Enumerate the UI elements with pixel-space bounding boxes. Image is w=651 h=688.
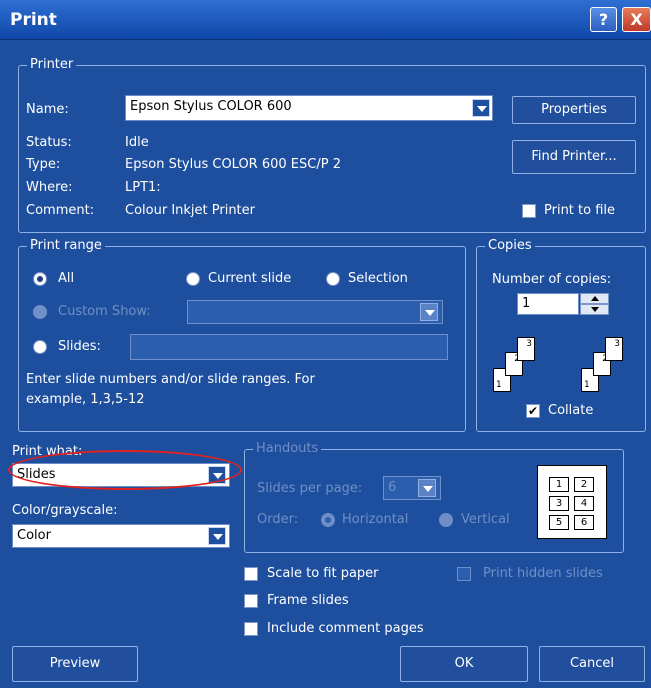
- slides-per-page-label: Slides per page:: [257, 481, 363, 496]
- collate-checkbox[interactable]: ✔: [526, 404, 540, 418]
- horizontal-radio[interactable]: [321, 513, 335, 527]
- custom-show-dropdown-arrow[interactable]: [420, 303, 438, 321]
- find-printer-button[interactable]: Find Printer...: [512, 140, 636, 174]
- print-range-legend: Print range: [27, 238, 105, 253]
- slides-radio[interactable]: [33, 340, 47, 354]
- slides-input[interactable]: [130, 334, 448, 360]
- all-radio[interactable]: [33, 272, 47, 286]
- printer-name-dropdown-arrow[interactable]: [472, 99, 490, 117]
- print-to-file-label: Print to file: [544, 203, 616, 218]
- slides-label: Slides:: [58, 339, 101, 354]
- scale-to-fit-label: Scale to fit paper: [267, 566, 379, 581]
- current-slide-radio[interactable]: [186, 272, 200, 286]
- collate-label: Collate: [548, 403, 594, 418]
- vertical-radio[interactable]: [439, 513, 453, 527]
- copies-legend: Copies: [485, 238, 535, 253]
- slides-per-page-dropdown-arrow[interactable]: [418, 479, 436, 497]
- include-comments-label: Include comment pages: [267, 621, 424, 636]
- type-value: Epson Stylus COLOR 600 ESC/P 2: [125, 157, 341, 172]
- ok-button[interactable]: OK: [400, 646, 528, 682]
- horizontal-label: Horizontal: [342, 512, 409, 527]
- title-bar: Print ? X: [0, 0, 651, 40]
- frame-slides-checkbox[interactable]: [244, 594, 258, 608]
- handout-thumb: 2: [574, 477, 594, 492]
- collate-page-icon: 3: [517, 337, 535, 361]
- handout-thumb: 3: [549, 496, 569, 511]
- print-dialog: Print ? X Printer Name: Epson Stylus COL…: [0, 0, 651, 688]
- help-button[interactable]: ?: [590, 7, 617, 32]
- custom-show-label: Custom Show:: [58, 304, 151, 319]
- close-button[interactable]: X: [622, 7, 651, 32]
- order-label: Order:: [257, 512, 299, 527]
- name-label: Name:: [26, 102, 69, 117]
- where-label: Where:: [26, 180, 73, 195]
- comment-label: Comment:: [26, 203, 95, 218]
- print-hidden-checkbox[interactable]: [457, 567, 471, 581]
- print-to-file-checkbox[interactable]: [522, 204, 536, 218]
- properties-button[interactable]: Properties: [512, 96, 636, 124]
- printer-legend: Printer: [27, 57, 77, 72]
- status-label: Status:: [26, 135, 72, 150]
- type-label: Type:: [26, 157, 61, 172]
- handout-thumb: 6: [574, 515, 594, 530]
- print-hidden-label: Print hidden slides: [483, 566, 603, 581]
- collate-page-icon: 3: [605, 337, 623, 361]
- selection-label: Selection: [348, 271, 408, 286]
- copies-count-label: Number of copies:: [492, 272, 612, 287]
- custom-show-select[interactable]: [187, 300, 443, 324]
- vertical-label: Vertical: [461, 512, 510, 527]
- slide-range-hint: Enter slide numbers and/or slide ranges.…: [26, 372, 315, 407]
- color-grayscale-dropdown-arrow[interactable]: [208, 527, 226, 545]
- handouts-legend: Handouts: [253, 441, 322, 456]
- current-slide-label: Current slide: [208, 271, 292, 286]
- color-grayscale-select[interactable]: Color: [12, 524, 230, 548]
- copies-count-input[interactable]: 1: [517, 293, 579, 315]
- cancel-button[interactable]: Cancel: [539, 646, 645, 682]
- handout-thumb: 5: [549, 515, 569, 530]
- window-title: Print: [10, 10, 57, 30]
- handout-thumb: 1: [549, 477, 569, 492]
- annotation-highlight-ellipse: [8, 450, 242, 490]
- copies-decrement-button[interactable]: [580, 304, 609, 315]
- include-comments-checkbox[interactable]: [244, 622, 258, 636]
- status-value: Idle: [125, 135, 149, 150]
- comment-value: Colour Inkjet Printer: [125, 203, 255, 218]
- copies-increment-button[interactable]: [580, 293, 609, 304]
- scale-to-fit-checkbox[interactable]: [244, 567, 258, 581]
- preview-button[interactable]: Preview: [12, 646, 138, 682]
- printer-name-select[interactable]: Epson Stylus COLOR 600: [125, 95, 493, 121]
- selection-radio[interactable]: [326, 272, 340, 286]
- copies-spinner[interactable]: 1: [517, 293, 609, 315]
- handout-thumb: 4: [574, 496, 594, 511]
- handout-layout-preview: 1 2 3 4 5 6: [537, 465, 607, 539]
- custom-show-radio[interactable]: [33, 305, 47, 319]
- where-value: LPT1:: [125, 180, 161, 195]
- frame-slides-label: Frame slides: [267, 593, 349, 608]
- color-grayscale-label: Color/grayscale:: [12, 503, 118, 518]
- all-label: All: [58, 271, 75, 286]
